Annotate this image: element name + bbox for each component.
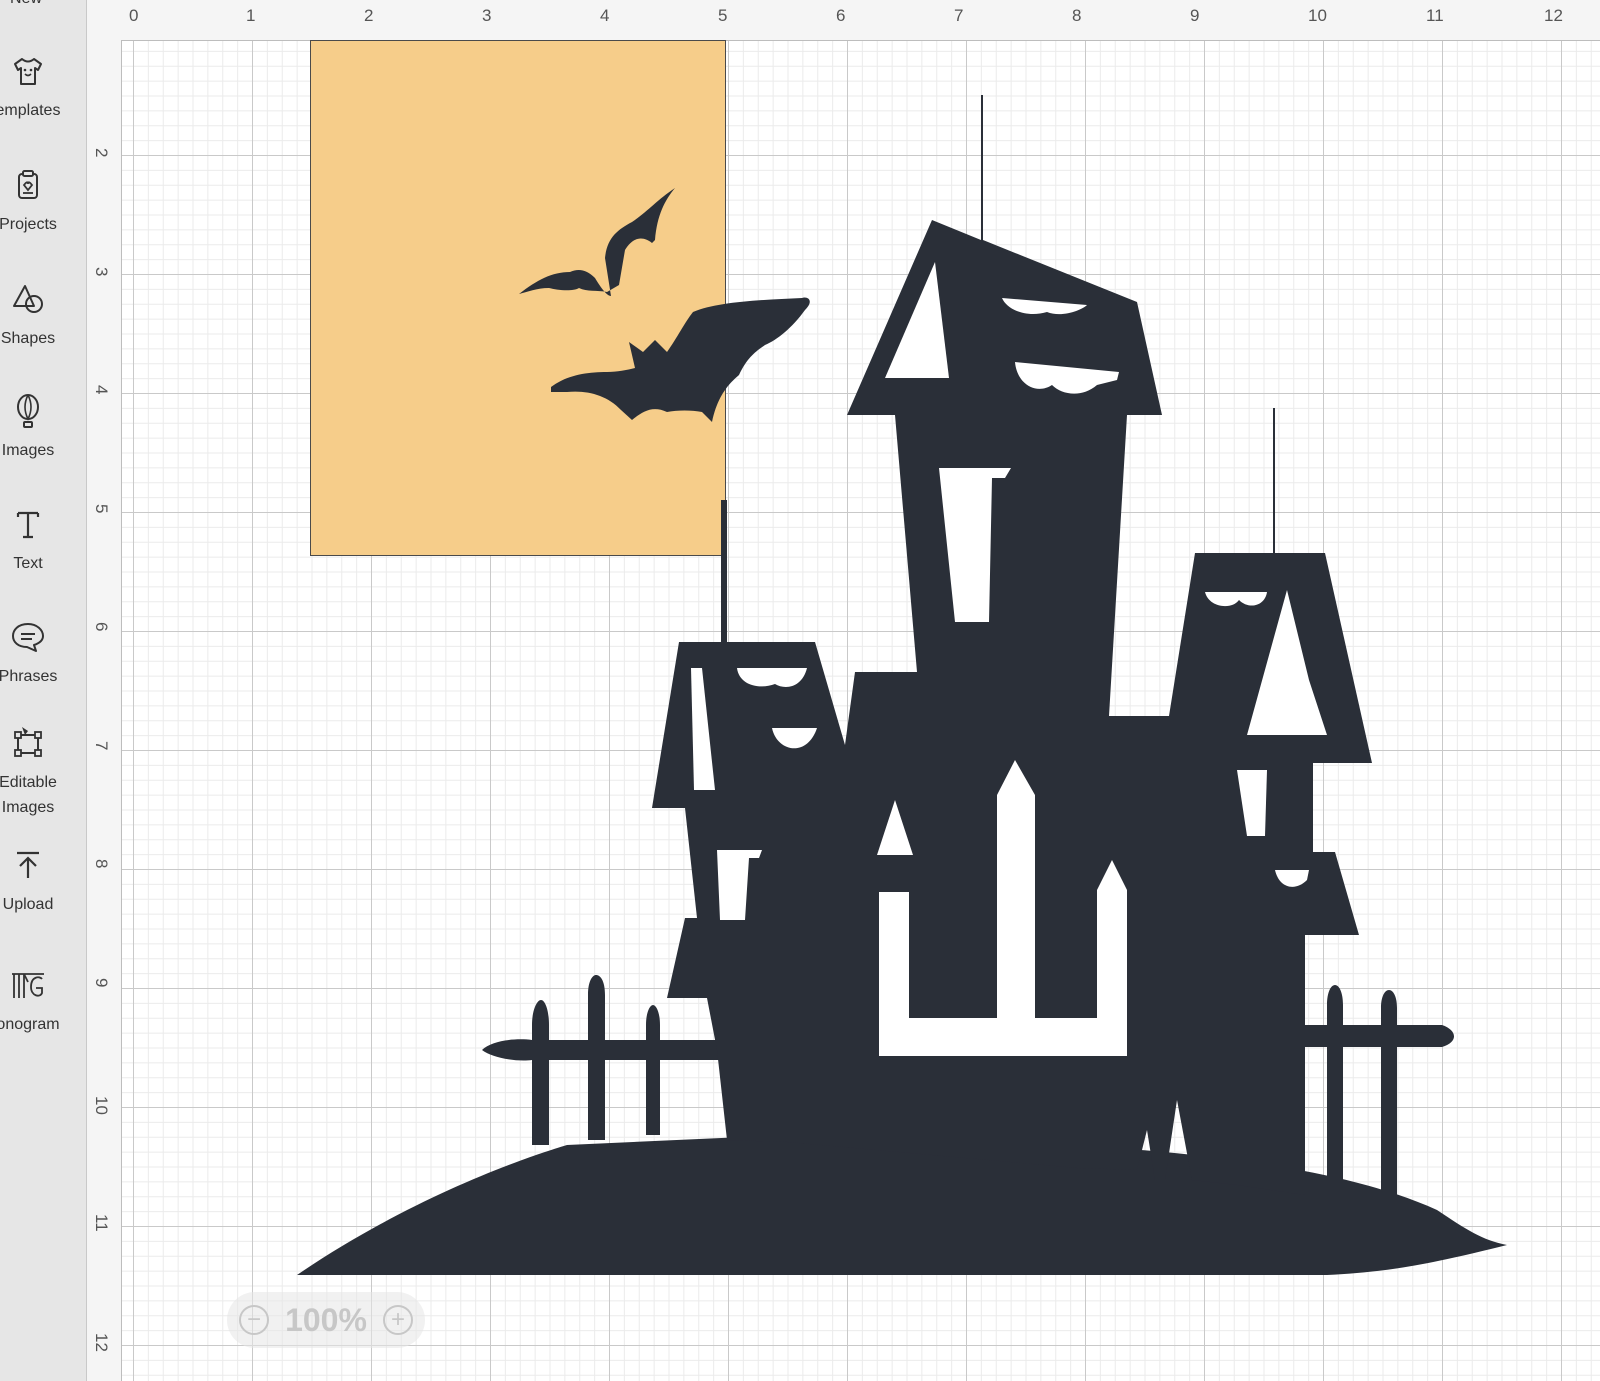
- design-canvas[interactable]: 0 1 2 3 4 5 6 7 8 9 10 11 12 1 2 3 4 5 6…: [87, 0, 1600, 1381]
- speech-bubble-icon: [9, 618, 47, 656]
- tool-monogram-label: onogram: [0, 1016, 60, 1033]
- zoom-control: − 100% +: [227, 1292, 425, 1348]
- tool-templates[interactable]: emplates: [0, 52, 86, 156]
- tool-projects-label: Projects: [0, 216, 57, 233]
- bat-small: [519, 188, 675, 296]
- tool-text-label: Text: [13, 555, 43, 572]
- tool-phrases[interactable]: Phrases: [0, 618, 86, 722]
- tool-images[interactable]: Images: [0, 392, 86, 496]
- bat-large: [551, 297, 810, 422]
- zoom-in-button[interactable]: +: [383, 1305, 413, 1335]
- text-icon: [9, 505, 47, 543]
- new-label[interactable]: New: [10, 0, 42, 8]
- balloon-icon: [9, 392, 47, 430]
- monogram-icon: [9, 966, 47, 1004]
- haunted-house-image[interactable]: [87, 0, 1600, 1381]
- shirt-icon: [9, 52, 47, 90]
- tool-upload[interactable]: Upload: [0, 846, 86, 950]
- tool-phrases-label: Phrases: [0, 668, 58, 685]
- tool-projects[interactable]: Projects: [0, 166, 86, 270]
- zoom-level: 100%: [285, 1301, 367, 1338]
- tool-upload-label: Upload: [2, 896, 54, 913]
- editable-image-icon: [9, 724, 47, 762]
- ground-hill: [297, 1135, 1507, 1275]
- zoom-out-button[interactable]: −: [239, 1305, 269, 1335]
- left-toolbar: New emplates Projects Shapes Images Text: [0, 0, 87, 1381]
- tool-editable-images-label: Editable: [0, 774, 57, 791]
- shapes-icon: [9, 280, 47, 318]
- clipboard-icon: [9, 166, 47, 204]
- tool-monogram[interactable]: onogram: [0, 966, 86, 1070]
- tool-text[interactable]: Text: [0, 505, 86, 609]
- upload-icon: [9, 846, 47, 884]
- tool-shapes[interactable]: Shapes: [0, 280, 86, 384]
- left-fence: [482, 975, 727, 1145]
- tool-shapes-label: Shapes: [0, 330, 56, 347]
- tool-templates-label: emplates: [0, 102, 61, 119]
- tool-images-label: Images: [1, 442, 55, 459]
- tool-editable-images[interactable]: Editable Images: [0, 724, 86, 844]
- tool-editable-images-label-2: Images: [1, 799, 55, 816]
